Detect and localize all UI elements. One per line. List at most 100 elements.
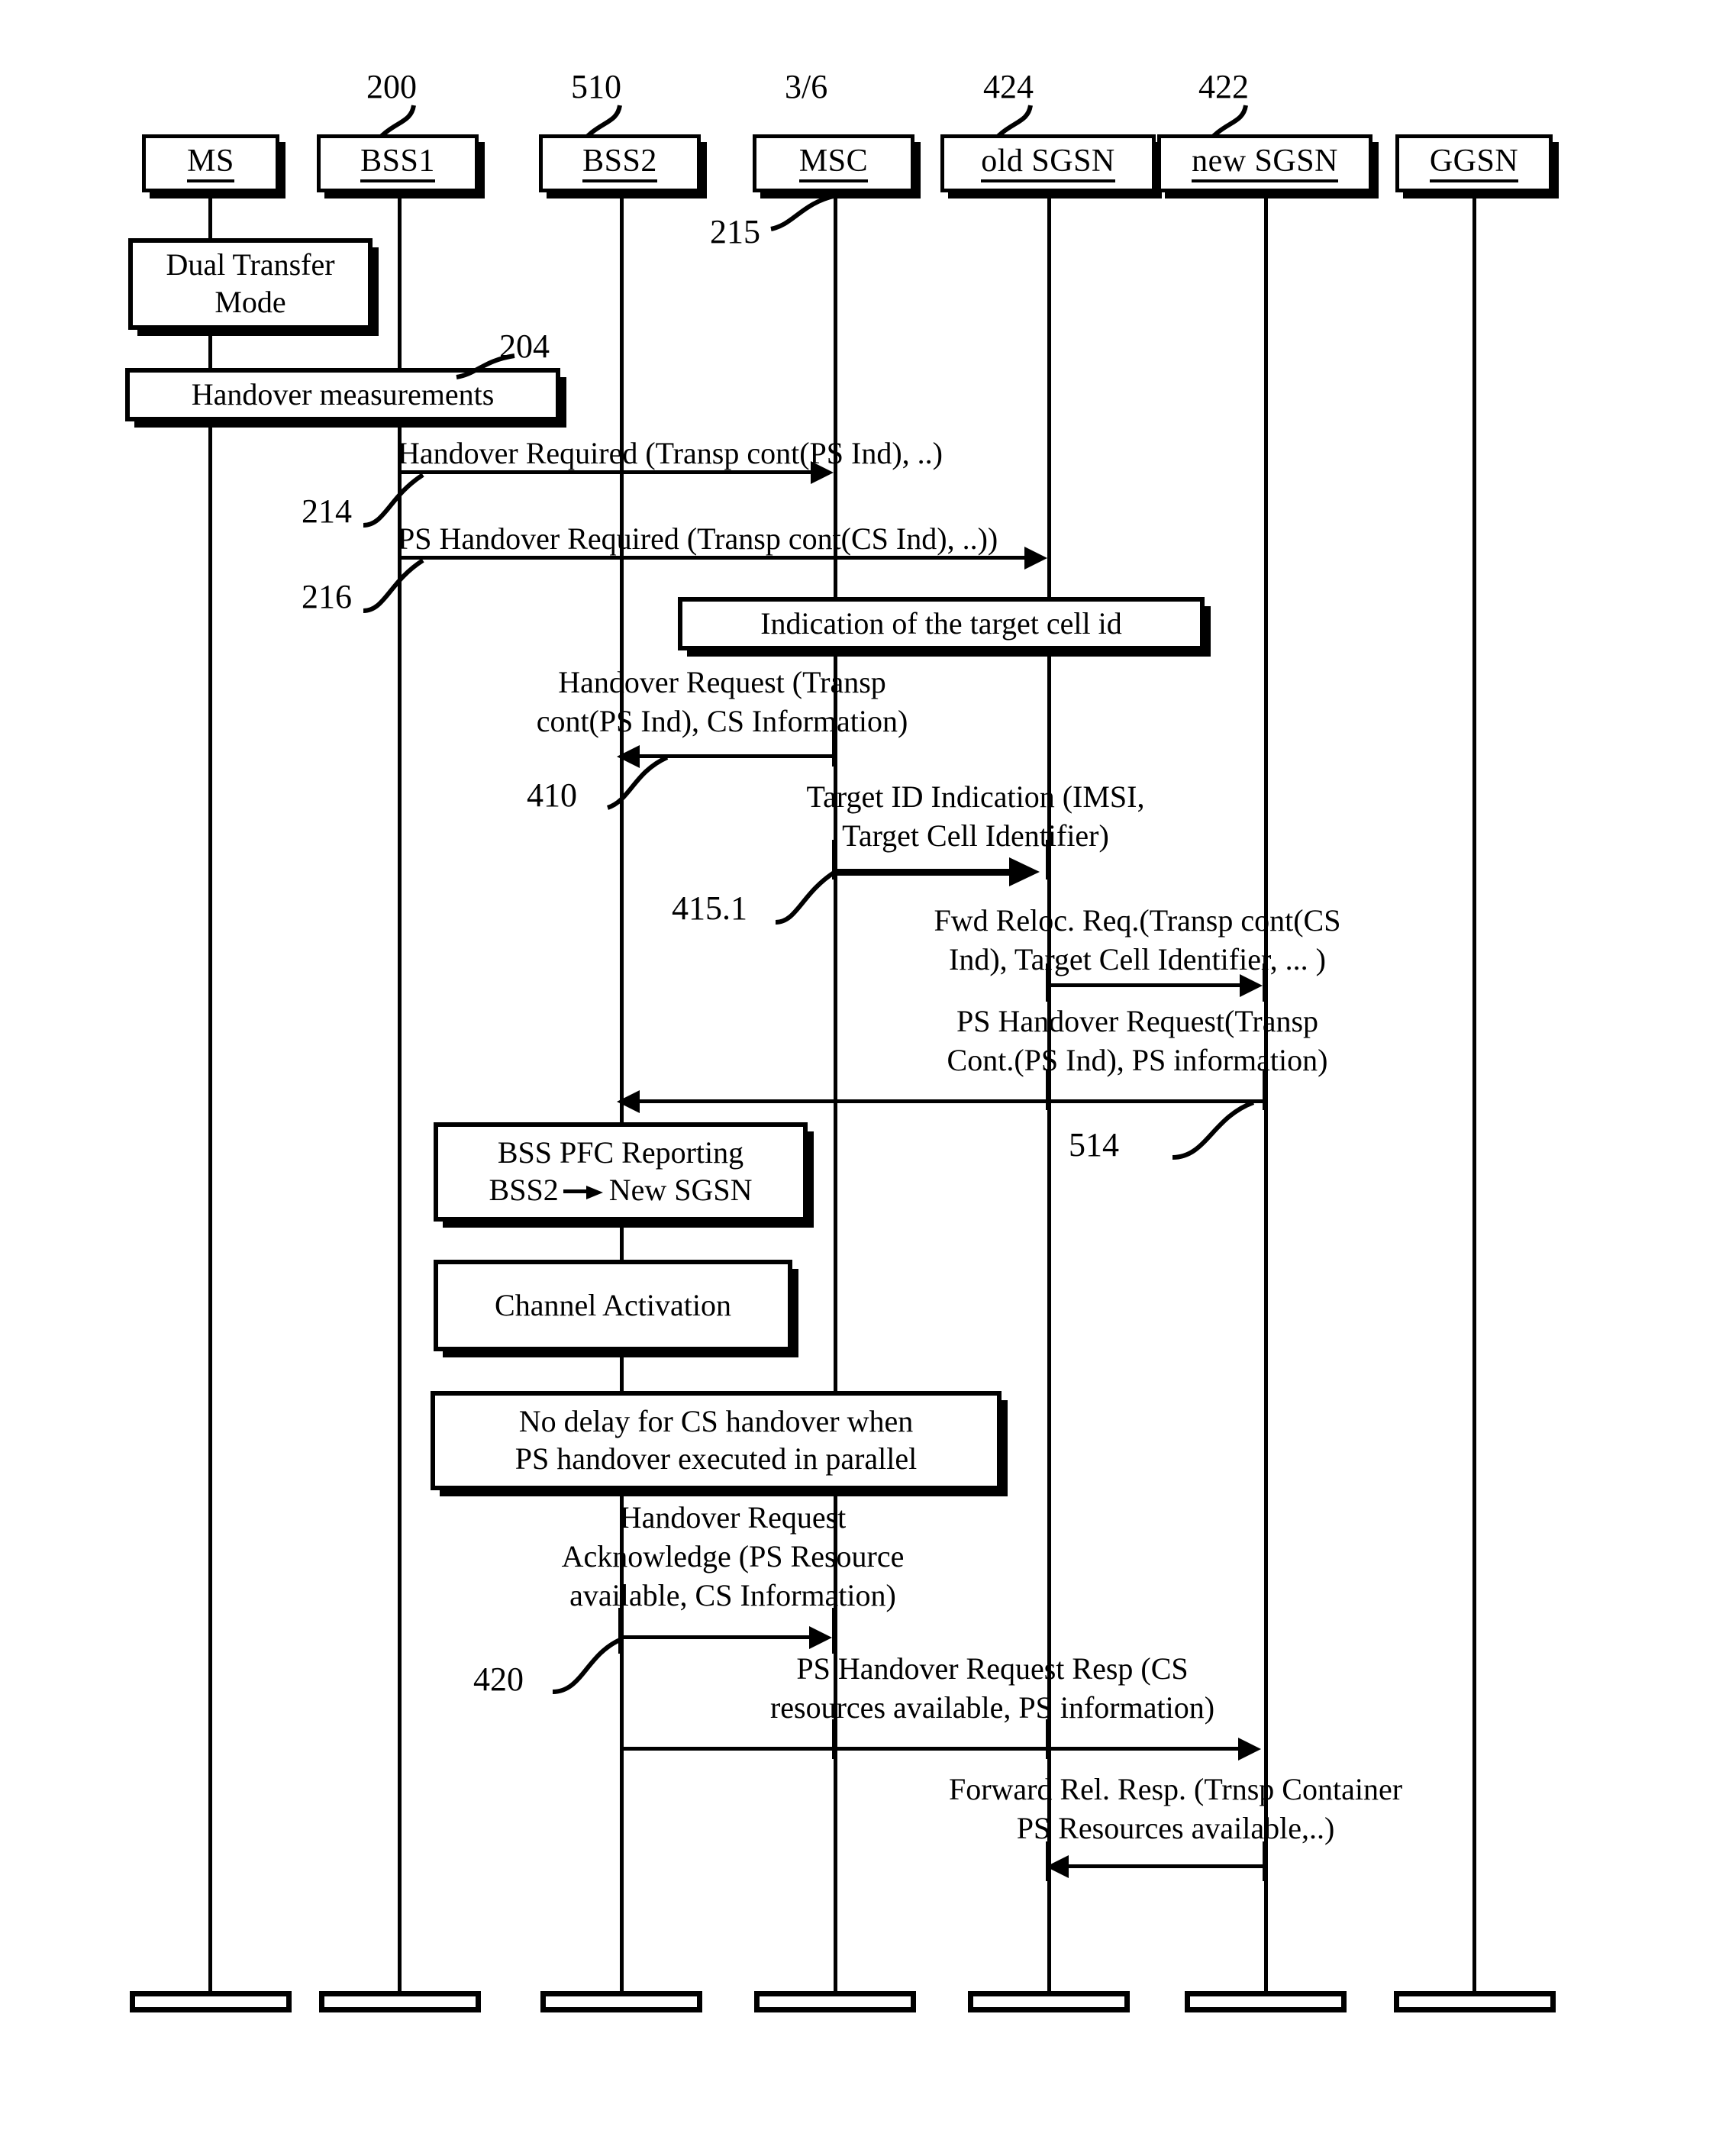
ref-numeral-410: 410 [527,776,577,814]
right-arrow-icon [563,1185,605,1199]
msg-line: resources available, PS information) [769,1690,1215,1725]
actor-label-old-sgsn: old SGSN [981,144,1115,183]
lifeline-ms [208,191,212,2002]
ref-numeral-216: 216 [302,578,352,615]
msg-label-handover-request-acknowledge: Handover Request Acknowledge (PS Resourc… [473,1498,992,1615]
actor-box-msc[interactable]: MSC [753,134,914,192]
terminator-ggsn [1394,1991,1556,2012]
note-no-delay: No delay for CS handover when PS handove… [431,1391,1002,1490]
actor-label-new-sgsn: new SGSN [1192,144,1338,183]
msg-arrow-handover-request-acknowledge [620,1635,811,1639]
msg-tick [1046,1070,1049,1110]
msg-tick [1046,840,1049,880]
msg-line: PS Handover Required (Transp cont(CS Ind… [398,521,998,556]
note-dual-transfer-mode: Dual Transfer Mode [128,238,373,330]
msg-arrow-forward-rel-resp [1069,1864,1264,1868]
arrow-head-right-icon [809,1626,832,1649]
msg-line: Target ID Indication (IMSI, [806,779,1145,814]
arrow-head-right-icon [1024,547,1047,570]
terminator-old-sgsn [968,1991,1130,2012]
leader-line-410 [606,755,669,810]
msg-line: PS Handover Request(Transp [956,1004,1319,1038]
ref-numeral-215: 215 [710,213,760,250]
leader-line-514 [1172,1100,1255,1160]
arrow-head-right-icon [1240,974,1263,997]
actor-box-ms[interactable]: MS [142,134,279,192]
note-line: Channel Activation [495,1287,731,1322]
msg-label-ps-handover-required: PS Handover Required (Transp cont(CS Ind… [398,519,1253,558]
ref-numeral-415-1: 415.1 [672,889,747,927]
msg-line: Cont.(PS Ind), PS information) [947,1043,1328,1078]
terminator-bss1 [319,1991,481,2012]
arrow-head-right-icon [811,461,834,484]
actor-box-ggsn[interactable]: GGSN [1395,134,1553,192]
msg-arrow-target-id-indication [834,869,1011,876]
note-arrow-target: New SGSN [608,1173,753,1207]
terminator-new-sgsn [1185,1991,1347,2012]
msg-tick [1263,1070,1266,1110]
msg-label-forward-rel-resp: Forward Rel. Resp. (Trnsp Container PS R… [832,1770,1519,1848]
note-line: No delay for CS handover when [518,1404,914,1439]
actor-box-bss2[interactable]: BSS2 [539,134,701,192]
msg-tick [832,1608,835,1654]
msg-line: Target Cell Identifier) [842,818,1109,854]
actor-label-bss2: BSS2 [582,144,657,183]
note-channel-activation: Channel Activation [434,1260,792,1351]
leader-line-420 [552,1638,621,1694]
msg-line: PS Resources available,..) [1016,1811,1335,1846]
note-line: Dual Transfer [166,247,335,282]
ref-numeral-514: 514 [1069,1126,1119,1164]
msg-label-ps-handover-request-resp: PS Handover Request Resp (CS resources a… [672,1649,1313,1727]
msg-label-ps-handover-request: PS Handover Request(Transp Cont.(PS Ind)… [832,1002,1443,1080]
arrow-head-left-icon [1046,1855,1069,1878]
msg-tick [1046,963,1049,1002]
note-line: Handover measurements [191,376,495,412]
msg-line: Acknowledge (PS Resource [561,1539,905,1574]
ref-numeral-420: 420 [473,1661,524,1698]
note-line: Mode [214,285,286,319]
actor-label-ggsn: GGSN [1429,144,1519,183]
msg-line: Handover Request [619,1500,847,1535]
terminator-bss2 [540,1991,702,2012]
actor-box-new-sgsn[interactable]: new SGSN [1157,134,1372,192]
note-arrow-source: BSS2 [489,1173,559,1207]
leader-line-415-1 [775,870,837,925]
msg-tick [1046,1719,1049,1759]
msg-tick [832,1719,835,1759]
msg-label-handover-required: Handover Required (Transp cont(PS Ind), … [398,434,1161,473]
leader-line-215 [770,193,837,231]
msg-line: Handover Required (Transp cont(PS Ind), … [398,436,943,470]
note-line: PS handover executed in parallel [514,1441,918,1476]
leader-line-216 [363,558,424,613]
note-line: BSS PFC Reporting [497,1135,744,1170]
msg-line: Fwd Reloc. Req.(Transp cont(CS [934,903,1341,938]
ref-numeral-214: 214 [302,492,352,530]
msg-line: available, CS Information) [569,1578,896,1613]
msg-tick [1263,1841,1266,1881]
msg-line: Handover Request (Transp [558,665,886,699]
figure-label: 3/6 [785,68,828,105]
terminator-msc [754,1991,916,2012]
msg-line: PS Handover Request Resp (CS [796,1651,1189,1686]
msg-label-target-id-indication: Target ID Indication (IMSI, Target Cell … [708,777,1243,855]
actor-box-bss1[interactable]: BSS1 [317,134,479,192]
msg-line: Ind), Target Cell Identifier, ... ) [949,942,1326,977]
actor-label-bss1: BSS1 [360,144,435,183]
leader-line-204 [456,353,515,379]
note-bss-pfc-reporting: BSS PFC Reporting BSS2 New SGSN [434,1122,808,1222]
msg-arrow-handover-required [399,470,811,474]
msg-tick [832,724,835,767]
actor-box-old-sgsn[interactable]: old SGSN [940,134,1156,192]
patent-sequence-diagram: 200 510 3/6 424 422 MS BSS1 BSS2 MSC old… [0,0,1716,2156]
msg-line: Forward Rel. Resp. (Trnsp Container [948,1772,1403,1806]
terminator-ms [130,1991,292,2012]
msg-label-fwd-reloc-req: Fwd Reloc. Req.(Transp cont(CS Ind), Tar… [832,901,1443,979]
msg-arrow-fwd-reloc-req [1047,983,1240,987]
msg-line: cont(PS Ind), CS Information) [536,704,908,739]
note-line: Indication of the target cell id [760,605,1122,641]
msg-arrow-ps-handover-required [399,556,1025,560]
msg-label-handover-request: Handover Request (Transp cont(PS Ind), C… [432,663,1012,741]
lifeline-ggsn [1472,191,1476,2002]
msg-tick [1263,963,1266,1002]
arrow-head-left-icon [617,1090,640,1113]
